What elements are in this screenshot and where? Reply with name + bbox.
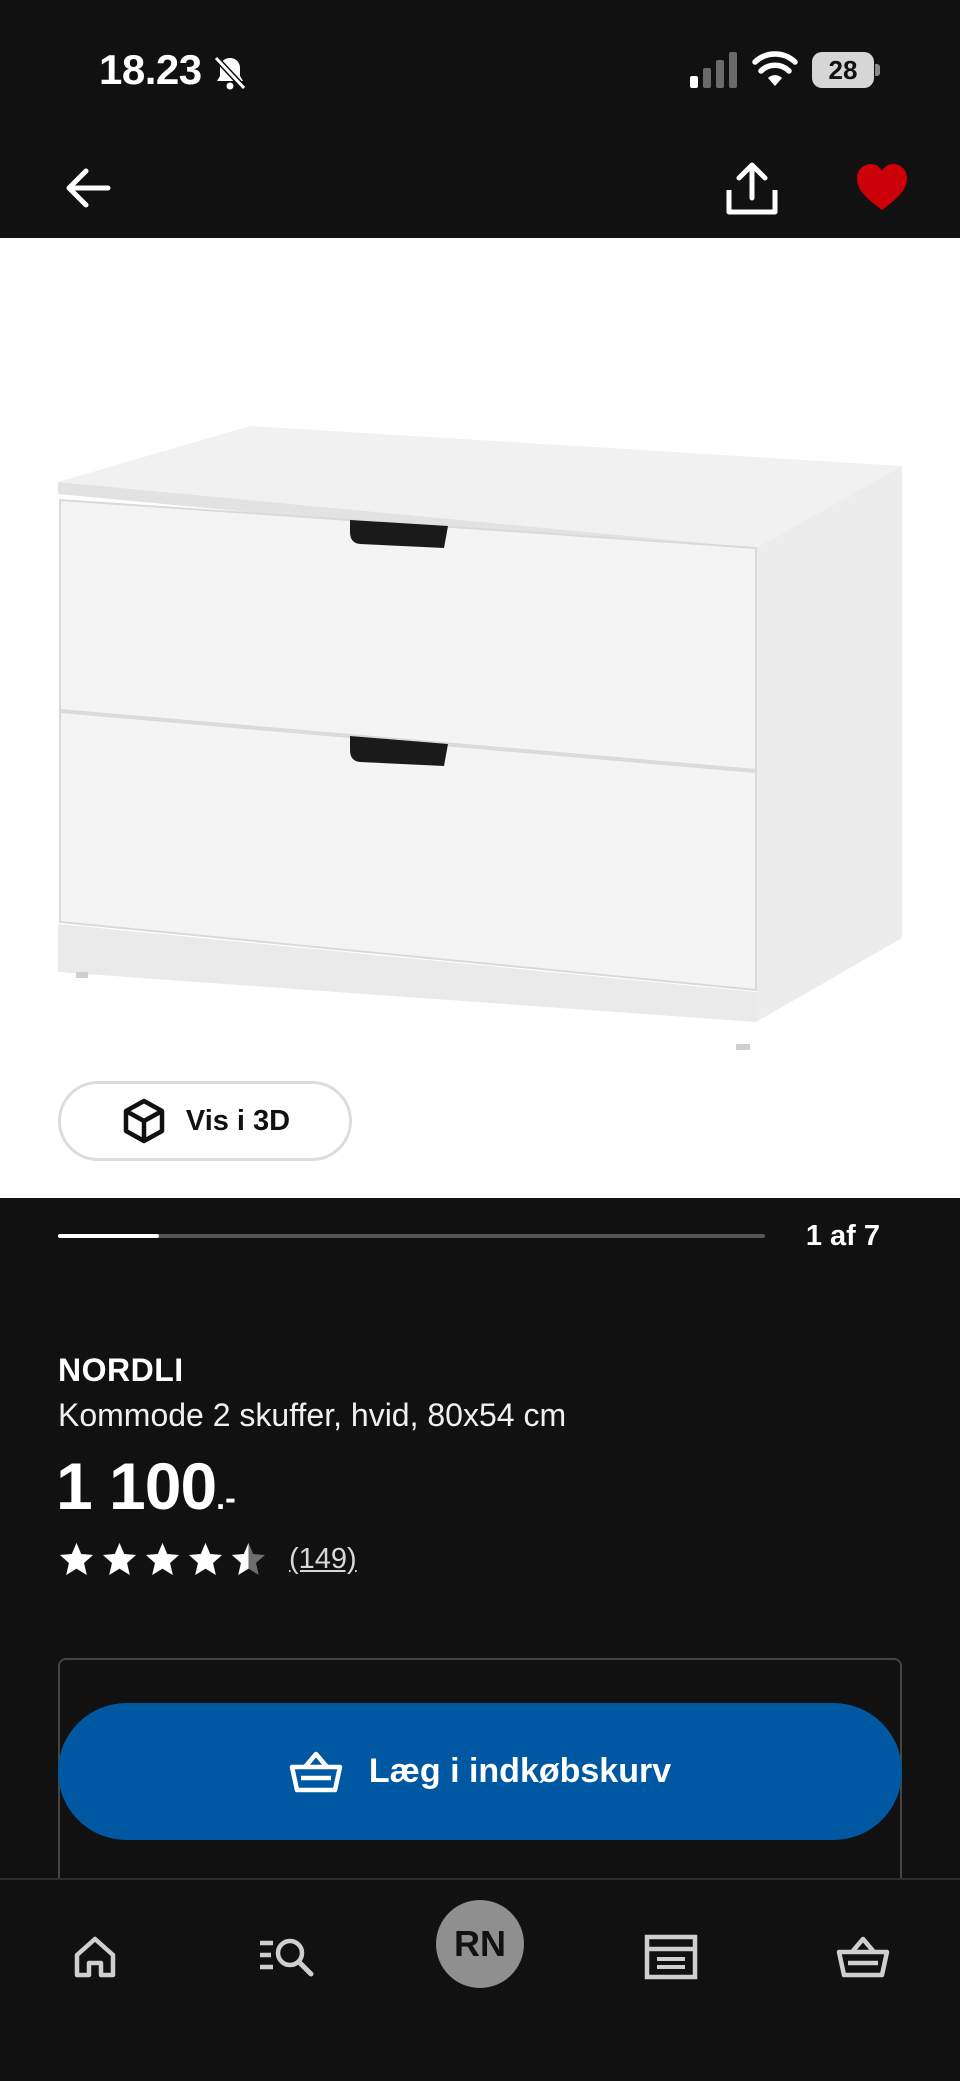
view-3d-button[interactable]: Vis i 3D	[58, 1081, 352, 1161]
bottom-nav: RN	[0, 1878, 960, 2081]
star-icon	[146, 1543, 179, 1575]
add-to-cart-label: Læg i indkøbskurv	[368, 1752, 672, 1790]
review-count-link[interactable]: (149)	[289, 1543, 357, 1576]
star-icon	[189, 1543, 222, 1575]
gallery-progress-track	[58, 1234, 765, 1238]
status-bar: 18.23 28	[0, 0, 960, 140]
nav-search[interactable]	[252, 1922, 322, 1992]
gallery-progress-fill	[58, 1234, 159, 1238]
gallery-counter: 1 af 7	[805, 1220, 880, 1252]
product-description: Kommode 2 skuffer, hvid, 80x54 cm	[58, 1397, 567, 1433]
basket-icon	[289, 1751, 343, 1792]
store-icon	[644, 1934, 698, 1980]
wifi-icon	[752, 51, 798, 86]
status-time: 18.23	[99, 46, 202, 93]
nav-stores[interactable]	[636, 1922, 706, 1992]
top-nav	[0, 140, 960, 238]
heart-icon[interactable]	[854, 160, 910, 216]
star-icon	[60, 1543, 93, 1575]
view-3d-label: Vis i 3D	[185, 1104, 291, 1137]
arrow-left-icon[interactable]	[60, 160, 116, 216]
product-price: 1 100.-	[56, 1448, 236, 1524]
battery-level: 28	[812, 52, 874, 88]
bell-muted-icon	[213, 55, 247, 91]
cell-signal-icon	[690, 52, 737, 88]
star-icon	[103, 1543, 136, 1575]
home-icon	[74, 1936, 116, 1978]
product-gallery[interactable]: Vis i 3D	[0, 238, 960, 1198]
nav-home[interactable]	[60, 1922, 130, 1992]
product-rating[interactable]: (149)	[58, 1541, 357, 1578]
product-image	[58, 426, 902, 1050]
basket-icon	[836, 1936, 890, 1978]
add-to-cart-button[interactable]: Læg i indkøbskurv	[58, 1703, 902, 1840]
rating-stars	[58, 1541, 267, 1578]
battery-tip	[875, 64, 880, 76]
star-icon	[232, 1543, 265, 1575]
battery-indicator: 28	[812, 52, 880, 88]
cube-3d-icon	[123, 1098, 165, 1144]
search-list-icon	[260, 1938, 314, 1977]
nav-cart[interactable]	[828, 1922, 898, 1992]
price-suffix: .-	[216, 1480, 236, 1516]
product-name: NORDLI	[58, 1352, 184, 1388]
nav-profile-avatar[interactable]: RN	[436, 1900, 524, 1988]
price-amount: 1 100	[56, 1449, 217, 1523]
share-icon[interactable]	[724, 158, 780, 218]
